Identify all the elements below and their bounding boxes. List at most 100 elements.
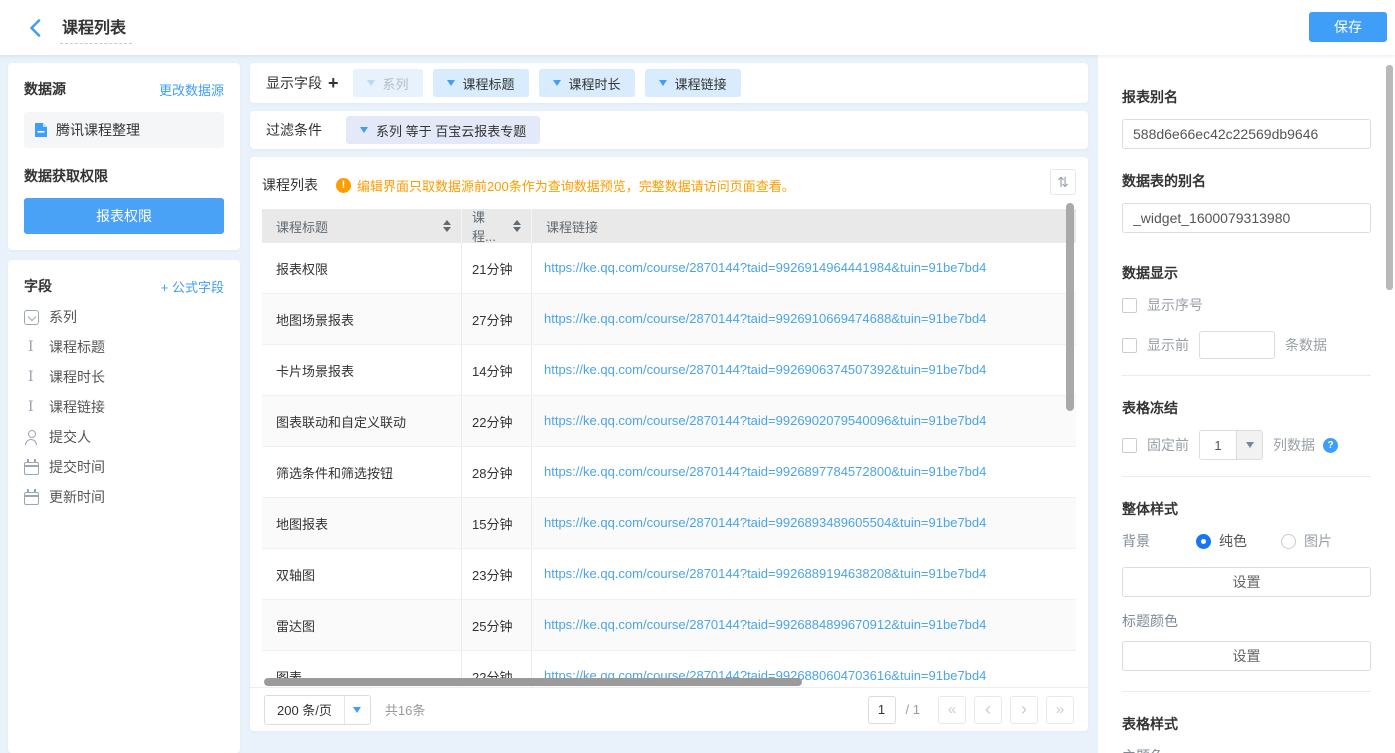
page: 课程列表 保存 数据源 更改数据源 腾讯课程整理 数据获取权限 报表权限 字段	[0, 0, 1395, 753]
cell-course-link[interactable]: https://ke.qq.com/course/2870144?taid=99…	[544, 311, 986, 326]
display-field-tag[interactable]: 课程时长	[539, 69, 635, 97]
current-page-input[interactable]: 1	[868, 696, 896, 724]
field-list-item[interactable]: 提交时间	[24, 452, 224, 482]
divider	[1122, 476, 1371, 477]
divider	[1122, 375, 1371, 376]
datasource-item[interactable]: 腾讯课程整理	[24, 112, 224, 148]
cell-course-duration: 15分钟	[462, 498, 532, 548]
chevron-down-icon	[1236, 431, 1262, 459]
warning-text: 编辑界面只取数据源前200条作为查询数据预览，完整数据请访问页面查看。	[357, 176, 795, 195]
freeze-label: 固定前	[1147, 435, 1189, 455]
formula-field-link[interactable]: + 公式字段	[161, 277, 224, 296]
chevron-left-icon	[29, 19, 41, 37]
help-icon[interactable]: ?	[1323, 438, 1338, 453]
cell-course-title: 地图报表	[262, 498, 462, 548]
table-alias-input[interactable]	[1122, 203, 1371, 233]
field-label: 更新时间	[49, 487, 105, 507]
cell-course-title: 报表权限	[262, 243, 462, 293]
cell-course-link[interactable]: https://ke.qq.com/course/2870144?taid=99…	[544, 260, 986, 275]
show-index-label: 显示序号	[1147, 295, 1203, 315]
page-title[interactable]: 课程列表	[60, 12, 132, 44]
window-scrollbar[interactable]	[1386, 65, 1393, 290]
sort-icons[interactable]	[437, 220, 451, 232]
field-list-item[interactable]: 系列	[24, 302, 224, 332]
next-page-button[interactable]	[1010, 696, 1038, 724]
chevron-down-icon	[659, 80, 667, 86]
table-vertical-scrollbar[interactable]	[1066, 203, 1074, 411]
cell-course-link[interactable]: https://ke.qq.com/course/2870144?taid=99…	[544, 362, 986, 377]
field-list-item[interactable]: 课程时长	[24, 362, 224, 392]
field-list-item[interactable]: 课程标题	[24, 332, 224, 362]
data-display-title: 数据显示	[1122, 263, 1371, 283]
field-list-item[interactable]: 提交人	[24, 422, 224, 452]
freeze-checkbox[interactable]	[1122, 438, 1137, 453]
column-header-title[interactable]: 课程标题	[262, 209, 462, 243]
column-header-duration[interactable]: 课程...	[462, 209, 532, 243]
title-color-set-button[interactable]: 设置	[1122, 641, 1371, 671]
field-label: 课程链接	[49, 397, 105, 417]
column-header-link[interactable]: 课程链接	[532, 209, 1076, 243]
report-alias-input[interactable]	[1122, 119, 1371, 149]
image-radio[interactable]	[1281, 534, 1296, 549]
last-page-button[interactable]	[1046, 696, 1074, 724]
filter-condition-tag[interactable]: 系列 等于 百宝云报表专题	[346, 116, 540, 144]
cell-course-link[interactable]: https://ke.qq.com/course/2870144?taid=99…	[544, 413, 986, 428]
display-field-tags: 系列 课程标题 课程时长 课程链接	[353, 69, 741, 97]
table-row: 图表联动和自定义联动 22分钟 https://ke.qq.com/course…	[262, 396, 1076, 447]
background-label: 背景	[1122, 531, 1196, 551]
save-button[interactable]: 保存	[1309, 12, 1387, 42]
show-first-checkbox[interactable]	[1122, 338, 1137, 353]
field-list-item[interactable]: 更新时间	[24, 482, 224, 512]
background-set-button[interactable]: 设置	[1122, 567, 1371, 597]
add-display-field-button[interactable]: +	[328, 74, 339, 92]
theme-color-label: 主题色	[1122, 746, 1371, 753]
field-label: 系列	[49, 307, 77, 327]
cell-course-link[interactable]: https://ke.qq.com/course/2870144?taid=99…	[544, 464, 986, 479]
report-alias-label: 报表别名	[1122, 87, 1371, 107]
display-fields-label: 显示字段	[266, 73, 322, 93]
report-permission-button[interactable]: 报表权限	[24, 198, 224, 234]
column-duration-label: 课程...	[472, 207, 503, 245]
change-datasource-link[interactable]: 更改数据源	[159, 80, 224, 99]
cell-course-link[interactable]: https://ke.qq.com/course/2870144?taid=99…	[544, 617, 986, 632]
table-horizontal-scrollbar[interactable]	[264, 678, 802, 686]
table-row: 双轴图 23分钟 https://ke.qq.com/course/287014…	[262, 549, 1076, 600]
show-first-count-input[interactable]	[1199, 331, 1275, 359]
cell-course-duration: 25分钟	[462, 600, 532, 650]
prev-page-button[interactable]	[974, 696, 1002, 724]
calendar-icon	[24, 462, 39, 475]
fields-card: 字段 + 公式字段 系列 课程标题 课程时长 课程链接 提交人 提交时间 更新时…	[8, 260, 240, 753]
cell-course-duration: 14分钟	[462, 345, 532, 395]
overall-style-title: 整体样式	[1122, 499, 1371, 519]
cell-course-link[interactable]: https://ke.qq.com/course/2870144?taid=99…	[544, 566, 986, 581]
display-field-tag[interactable]: 课程标题	[433, 69, 529, 97]
cell-course-link[interactable]: https://ke.qq.com/course/2870144?taid=99…	[544, 515, 986, 530]
cell-course-duration: 22分钟	[462, 396, 532, 446]
freeze-title: 表格冻结	[1122, 398, 1371, 418]
show-index-checkbox[interactable]	[1122, 298, 1137, 313]
back-button[interactable]	[24, 17, 46, 39]
display-field-tag[interactable]: 系列	[353, 69, 423, 97]
permission-title: 数据获取权限	[24, 166, 224, 186]
solid-color-radio[interactable]	[1196, 534, 1211, 549]
display-field-tag-label: 课程时长	[569, 74, 621, 93]
text-icon	[24, 340, 39, 355]
chevron-down-icon	[360, 127, 368, 133]
solid-color-label: 纯色	[1219, 531, 1247, 551]
field-label: 课程标题	[49, 337, 105, 357]
table-row: 地图报表 15分钟 https://ke.qq.com/course/28701…	[262, 498, 1076, 549]
sort-order-button[interactable]: ⇅	[1050, 169, 1076, 195]
table-row: 地图场景报表 27分钟 https://ke.qq.com/course/287…	[262, 294, 1076, 345]
datasource-card: 数据源 更改数据源 腾讯课程整理 数据获取权限 报表权限	[8, 63, 240, 250]
table-row: 雷达图 25分钟 https://ke.qq.com/course/287014…	[262, 600, 1076, 651]
freeze-count-select[interactable]: 1	[1199, 430, 1263, 460]
sort-icons[interactable]	[507, 220, 521, 232]
cell-course-duration: 21分钟	[462, 243, 532, 293]
cell-course-title: 双轴图	[262, 549, 462, 599]
display-field-tag[interactable]: 课程链接	[645, 69, 741, 97]
field-list-item[interactable]: 课程链接	[24, 392, 224, 422]
first-page-button[interactable]	[938, 696, 966, 724]
page-size-select[interactable]: 200 条/页	[264, 695, 371, 725]
calendar-icon	[24, 492, 39, 505]
main-area: 显示字段 + 系列 课程标题 课程时长 课程链接 过滤条件 系列 等于 百宝云报…	[250, 63, 1088, 731]
